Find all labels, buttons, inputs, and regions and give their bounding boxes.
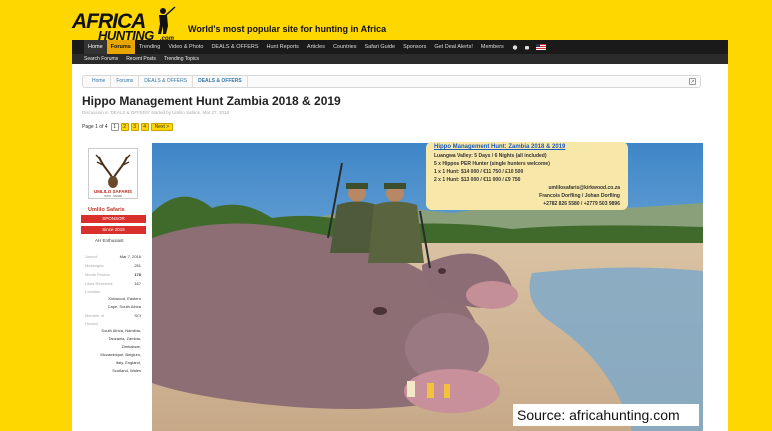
stat-member-of: Member of SCI [85,311,141,320]
infobox-line: 1 x 1 Hunt: $14 000 / €11 750 / £10 500 [434,169,524,175]
subnav-trending-topics[interactable]: Trending Topics [160,56,203,62]
infobox-line: 5 x Hippos PER Hunter (single hunters we… [434,161,550,167]
infobox-line: 2 x 1 Hunt: $13 000 / €11 000 / £9 750 [434,177,521,183]
nav-trending[interactable]: Trending [135,40,165,54]
since-ribbon: Since 2016 [81,226,146,234]
page-title: Hippo Management Hunt Zambia 2018 & 2019 [82,94,341,108]
external-link-icon[interactable]: ↗ [689,78,696,85]
nav-home[interactable]: Home [84,40,107,54]
stat-hunted: South Africa, Namibia, Tanzania, Zambia,… [85,327,141,375]
stat-likes: Likes Received: 167 [85,279,141,288]
breadcrumb-deals-offers-sub[interactable]: DEALS & OFFERS [193,76,248,87]
breadcrumb-forums[interactable]: Forums [111,76,140,87]
stat-value[interactable]: 167 [134,279,141,288]
avatar-caption: UMLILO SAFARIS [94,189,132,194]
nav-countries[interactable]: Countries [329,40,361,54]
pagination: Page 1 of 4 1 2 3 4 Next > [82,123,175,131]
hunted-line: South Africa, Namibia, [101,328,141,333]
location-line[interactable]: Cape, South Africa [85,303,141,311]
nav-deal-alerts[interactable]: Get Deal Alerts! [430,40,477,54]
breadcrumb-deals-offers[interactable]: DEALS & OFFERS [139,76,194,87]
thread-meta: Discussion in 'DEALS & OFFERS' started b… [82,110,231,115]
hunted-line: Tanzania, Zambia, [108,336,141,341]
stat-label: Likes Received: [85,281,114,286]
subnav-search-forums[interactable]: Search Forums [80,56,122,62]
android-icon[interactable] [524,44,530,50]
stat-location: Kirkwood, Eastern Cape, South Africa [85,295,141,311]
author-name[interactable]: Umlilo Safaris [88,207,125,213]
source-watermark: Source: africahunting.com [513,404,699,426]
sub-navbar: Search Forums Recent Posts Trending Topi… [72,54,728,64]
infobox-phones: +2782 826 5580 / +2779 503 9896 [543,201,620,207]
stat-location-label: Location: [85,289,102,294]
nav-deals-offers[interactable]: DEALS & OFFERS [207,40,262,54]
stat-value[interactable]: 178 [134,270,141,279]
stat-label: Media Photos: [85,272,111,277]
stat-joined: Joined: Mar 7, 2016 [85,252,141,261]
stat-media-photos: Media Photos: 178 [85,270,141,279]
nav-members[interactable]: Members [477,40,508,54]
breadcrumb-home[interactable]: Home [87,76,112,87]
nav-articles[interactable]: Articles [303,40,329,54]
infobox-heading: Hippo Management Hunt: Zambia 2018 & 201… [434,144,566,150]
hunt-offer-infobox: Hippo Management Hunt: Zambia 2018 & 201… [426,142,628,210]
stat-value: SCI [134,313,141,318]
hunter-silhouette-icon [158,6,176,34]
site-logo[interactable]: AFRICA HUNTING .com [72,6,182,43]
infobox-line: Luangwa Valley: 5 Days / 6 Nights (all i… [434,153,547,159]
infobox-email: umlilosafaris@kirkwood.co.za [548,185,620,191]
stat-messages: Messages: 251 [85,261,141,270]
page-container: Home Forums Trending Video & Photo DEALS… [72,40,728,431]
stat-value: Mar 7, 2016 [119,254,141,259]
breadcrumb: Home Forums DEALS & OFFERS DEALS & OFFER… [82,75,701,88]
nav-safari-guide[interactable]: Safari Guide [361,40,400,54]
page-link-3[interactable]: 3 [130,123,139,131]
nav-video-photo[interactable]: Video & Photo [164,40,207,54]
site-tagline: World's most popular site for hunting in… [188,24,387,34]
us-flag-icon[interactable] [535,44,546,50]
author-user-title: AH Enthusiast [95,238,124,243]
stat-label: Member of [85,313,105,318]
author-stats: Joined: Mar 7, 2016 Messages: 251 Media … [85,252,141,375]
stat-label: Joined: [85,254,98,259]
pagination-label: Page 1 of 4 [82,124,108,130]
avatar-sub: HUNT · SAFARI [104,195,122,198]
hunted-line: Zimbabwe, [121,344,141,349]
kudu-logo-icon: UMLILO SAFARIS HUNT · SAFARI [94,154,132,198]
nav-hunt-reports[interactable]: Hunt Reports [263,40,303,54]
stat-hunted-label: Hunted [85,321,98,326]
avatar[interactable]: UMLILO SAFARIS HUNT · SAFARI [88,148,138,199]
apple-icon[interactable] [512,44,518,50]
hunted-line: Mozambique, Belgium, [100,352,141,357]
subnav-recent-posts[interactable]: Recent Posts [122,56,160,62]
main-navbar: Home Forums Trending Video & Photo DEALS… [72,40,728,54]
infobox-contacts: Francois Dorfling / Johan Dorfling [539,193,620,199]
nav-sponsors[interactable]: Sponsors [399,40,430,54]
hunted-line: Scotland, Wales [112,368,141,373]
hunted-line: Italy, England, [115,360,141,365]
sponsor-ribbon: SPONSOR [81,215,146,223]
stat-label: Messages: [85,263,105,268]
location-line[interactable]: Kirkwood, Eastern [85,295,141,303]
next-page-button[interactable]: Next > [150,123,174,131]
page-link-4[interactable]: 4 [140,123,149,131]
page-link-1[interactable]: 1 [110,123,119,131]
stat-value[interactable]: 251 [134,261,141,270]
nav-forums[interactable]: Forums [106,40,135,54]
page-link-2[interactable]: 2 [120,123,129,131]
